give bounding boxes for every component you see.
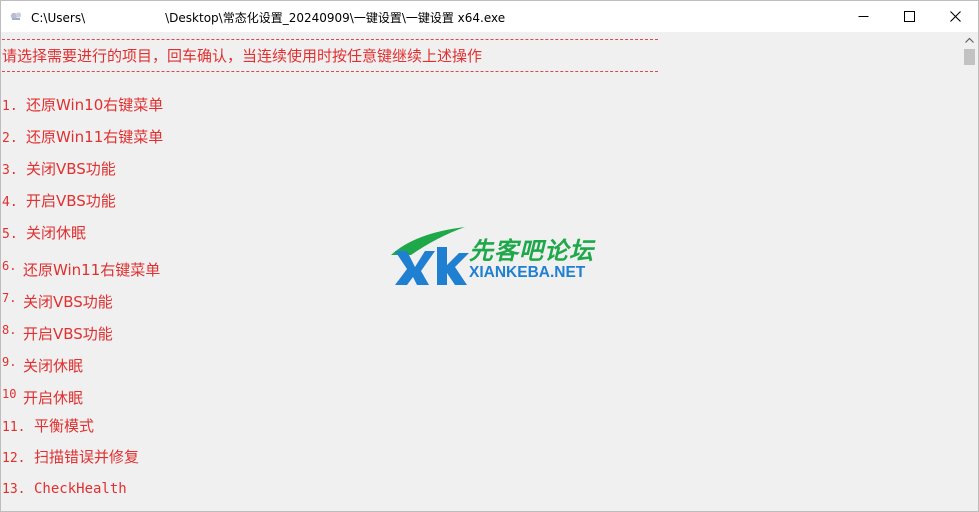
menu-item-11: 11. 平衡模式 [2,415,94,436]
menu-item-number: 2. [2,131,18,146]
watermark-chinese-text: 先客吧论坛 [469,237,594,265]
menu-item-5: 5. 关闭休眠 [2,222,86,243]
watermark-logo: 先客吧论坛 XIANKEBA.NET [389,225,594,287]
close-icon [949,11,961,22]
menu-item-9: 9. 关闭休眠 [2,355,83,376]
menu-item-3: 3. 关闭VBS功能 [2,158,116,179]
menu-item-label: 开启VBS功能 [26,192,116,210]
menu-item-8: 8. 开启VBS功能 [2,323,113,344]
menu-item-label: 平衡模式 [34,417,95,435]
menu-item-label: 开启休眠 [23,389,84,407]
separator-bottom [2,71,658,72]
menu-item-10: 10 开启休眠 [2,387,83,408]
console-window: C:\Users\ \Desktop\常态化设置_20240909\一键设置\一键… [0,0,979,512]
menu-item-2: 2. 还原Win11右键菜单 [2,126,163,147]
menu-item-label: 还原Win10右键菜单 [26,96,164,114]
menu-item-number: 13. [2,482,26,497]
title-bar[interactable]: C:\Users\ \Desktop\常态化设置_20240909\一键设置\一键… [1,1,978,32]
menu-item-number: 4. [2,195,18,210]
window-title-prefix: C:\Users\ [31,11,86,25]
minimize-button[interactable] [840,1,886,32]
xk-logo-icon [391,227,469,285]
console-app-icon [10,12,22,20]
menu-item-number: 7. [2,291,17,305]
scroll-up-arrow-icon [965,37,974,43]
watermark-english-text: XIANKEBA.NET [469,264,586,281]
menu-item-number: 10 [2,387,17,401]
menu-item-number: 5. [2,227,18,242]
menu-item-label: 还原Win11右键菜单 [23,261,161,279]
menu-item-6: 6. 还原Win11右键菜单 [2,259,160,280]
menu-item-number: 11. [2,420,26,435]
menu-item-number: 1. [2,99,18,114]
menu-item-label: 还原Win11右键菜单 [26,128,164,146]
menu-item-label: 关闭休眠 [23,357,84,375]
menu-item-number: 3. [2,163,18,178]
window-title: C:\Users\ \Desktop\常态化设置_20240909\一键设置\一键… [31,9,505,26]
menu-item-number: 6. [2,259,17,273]
minimize-icon [858,16,868,17]
window-title-path: \Desktop\常态化设置_20240909\一键设置\一键设置 x64.ex… [165,11,506,25]
maximize-button[interactable] [886,1,932,32]
menu-item-label: 扫描错误并修复 [34,448,140,466]
menu-item-number: 12. [2,451,26,466]
menu-item-label: 关闭休眠 [26,224,87,242]
scroll-thumb[interactable] [964,49,975,65]
menu-item-1: 1. 还原Win10右键菜单 [2,94,163,115]
prompt-text: 请选择需要进行的项目，回车确认，当连续使用时按任意键继续上述操作 [2,47,483,65]
menu-item-number: 8. [2,323,17,337]
menu-item-label: 开启VBS功能 [23,325,113,343]
menu-item-label: 关闭VBS功能 [23,293,113,311]
menu-item-4: 4. 开启VBS功能 [2,190,116,211]
menu-item-7: 7. 关闭VBS功能 [2,291,113,312]
scroll-up-button[interactable] [961,32,978,47]
menu-item-label: CheckHealth [34,481,127,497]
separator-top [2,39,658,40]
close-button[interactable] [932,1,978,32]
menu-item-number: 9. [2,355,17,369]
vertical-scrollbar[interactable] [961,32,978,511]
maximize-icon [903,11,915,22]
menu-item-label: 关闭VBS功能 [26,160,116,178]
menu-item-13: 13. CheckHealth [2,479,127,497]
menu-item-12: 12. 扫描错误并修复 [2,446,139,467]
